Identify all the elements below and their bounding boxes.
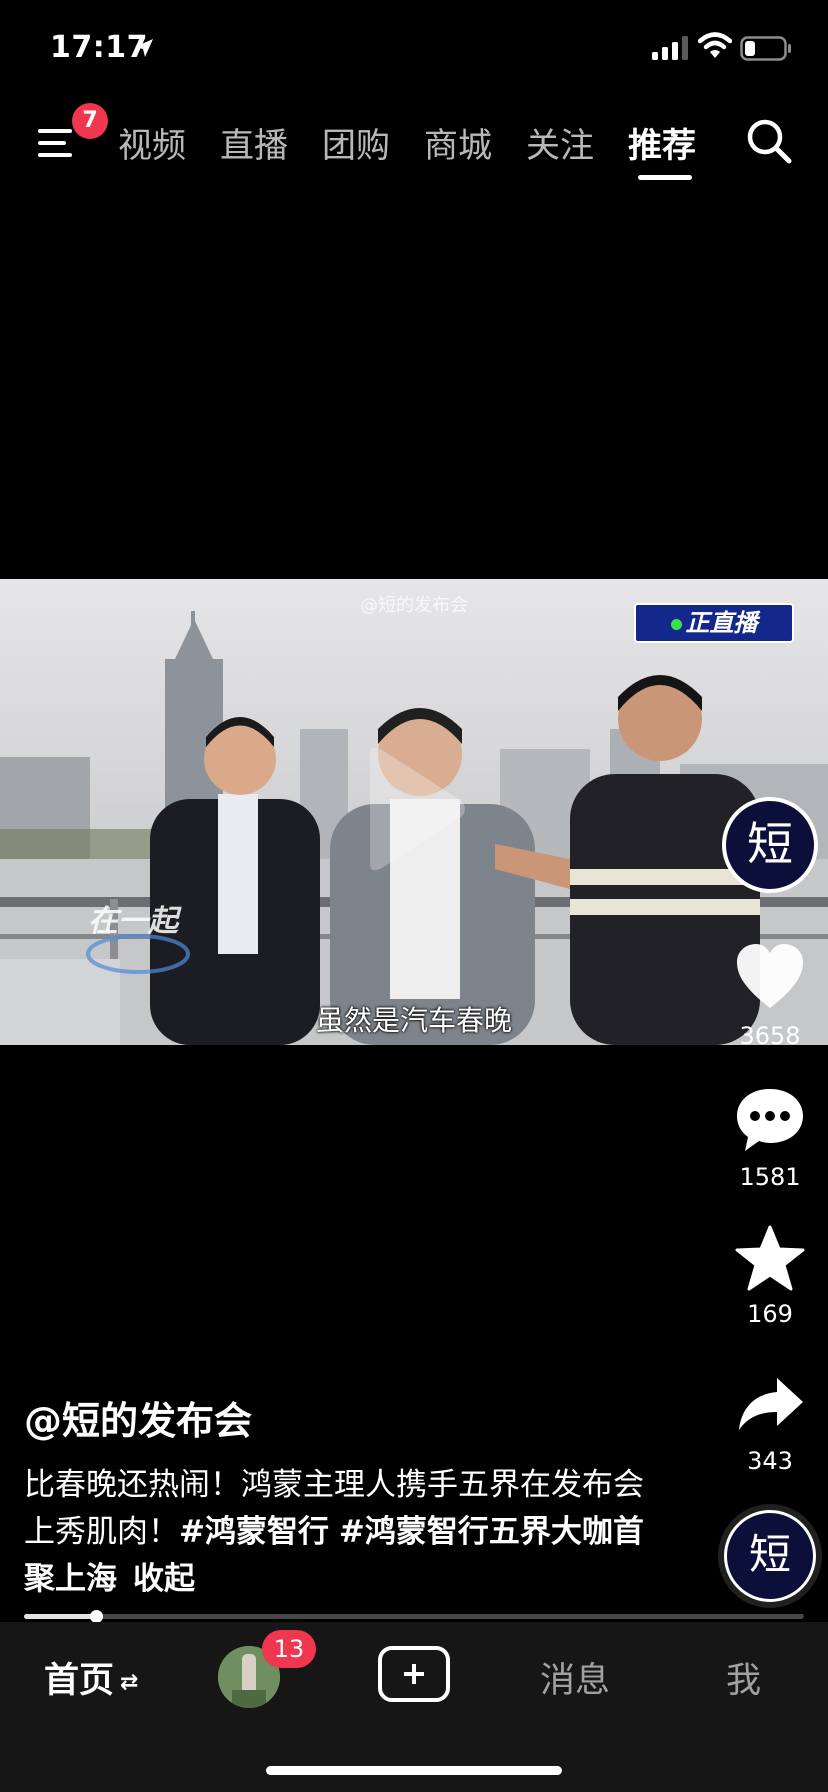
wifi-icon bbox=[698, 32, 732, 58]
creator-avatar-text: 短 bbox=[747, 817, 793, 871]
live-badge[interactable]: 正直播 bbox=[634, 603, 794, 643]
heart-icon[interactable] bbox=[733, 942, 807, 1012]
collapse-button[interactable]: 收起 bbox=[133, 1561, 195, 1597]
event-logo: 在一起 bbox=[86, 904, 190, 974]
tab-home-label: 首页 bbox=[44, 1661, 115, 1701]
tab-group-buy[interactable]: 团购 bbox=[322, 118, 390, 167]
comment-count: 1581 bbox=[739, 1163, 801, 1191]
cellular-signal-icon bbox=[652, 36, 688, 60]
tab-video[interactable]: 视频 bbox=[118, 118, 186, 167]
comment-icon[interactable] bbox=[733, 1085, 807, 1155]
creator-avatar[interactable]: 短 bbox=[722, 797, 818, 893]
video-player[interactable]: 在一起 @短的发布会 正直播 虽然是汽车春晚 bbox=[0, 579, 828, 1045]
author-name[interactable]: @短的发布会 bbox=[24, 1390, 252, 1445]
hashtag[interactable]: #鸿蒙智行 bbox=[179, 1514, 329, 1550]
tab-messages[interactable]: 消息 bbox=[540, 1652, 610, 1703]
live-badge-label: 正直播 bbox=[685, 609, 758, 637]
home-indicator bbox=[266, 1766, 562, 1775]
tab-home[interactable]: 首页 ⇄ bbox=[44, 1652, 138, 1703]
tab-live[interactable]: 直播 bbox=[220, 118, 288, 167]
tab-me[interactable]: 我 bbox=[726, 1652, 761, 1703]
tab-following[interactable]: 关注 bbox=[526, 118, 594, 167]
search-icon[interactable] bbox=[744, 116, 794, 166]
event-logo-text: 在一起 bbox=[88, 904, 182, 939]
battery-icon bbox=[740, 36, 791, 61]
like-count: 3658 bbox=[739, 1022, 801, 1050]
location-arrow-icon bbox=[135, 39, 153, 57]
share-icon[interactable] bbox=[733, 1370, 807, 1440]
menu-badge: 7 bbox=[72, 103, 108, 139]
tab-recommended[interactable]: 推荐 bbox=[628, 118, 696, 167]
create-post-button[interactable] bbox=[378, 1646, 450, 1702]
music-disc-text: 短 bbox=[748, 1530, 791, 1579]
favorite-star-icon[interactable] bbox=[733, 1224, 807, 1294]
music-disc[interactable]: 短 bbox=[724, 1510, 816, 1602]
progress-fill bbox=[24, 1614, 96, 1619]
share-count: 343 bbox=[747, 1447, 793, 1475]
swap-icon: ⇄ bbox=[120, 1669, 139, 1695]
video-description: 比春晚还热闹！鸿蒙主理人携手五界在发布会上秀肌肉！#鸿蒙智行 #鸿蒙智行五界大咖… bbox=[24, 1462, 664, 1603]
play-icon[interactable] bbox=[360, 744, 470, 874]
tab-mall[interactable]: 商城 bbox=[424, 118, 492, 167]
friends-badge: 13 bbox=[262, 1630, 316, 1668]
video-subtitle: 虽然是汽车春晚 bbox=[315, 1004, 512, 1037]
live-dot-icon bbox=[670, 618, 682, 630]
active-tab-indicator bbox=[638, 175, 692, 180]
status-bar: 17:17 bbox=[0, 0, 828, 100]
favorite-count: 169 bbox=[747, 1300, 793, 1328]
video-progress-bar[interactable] bbox=[24, 1610, 804, 1623]
